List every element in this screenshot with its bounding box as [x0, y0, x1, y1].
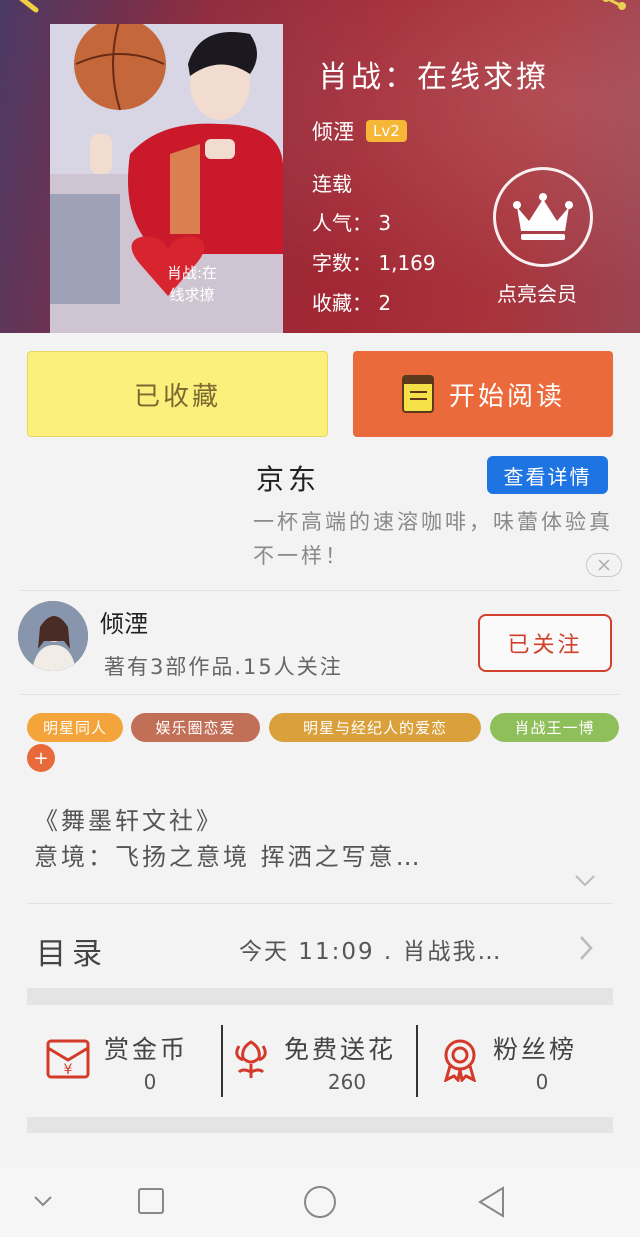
red-envelope-icon: ¥: [46, 1039, 90, 1079]
book-header: 肖战:在 线求撩 肖战：在线求撩 倾湮 Lv2 连载 人气： 3 字数： 1,1…: [0, 0, 640, 333]
favorited-label: 已收藏: [133, 381, 221, 412]
chevron-right-icon: [580, 936, 593, 960]
avatar[interactable]: [18, 601, 88, 671]
popularity-count: 人气： 3: [312, 211, 392, 235]
ad-text[interactable]: 一杯高端的速溶咖啡，味蕾体验真不一样！: [253, 505, 618, 573]
follow-button[interactable]: 已关注: [478, 614, 612, 672]
author-stats: 著有3部作品.15人关注: [104, 655, 343, 679]
svg-text:¥: ¥: [64, 1062, 73, 1078]
latest-chapter: 今天 11:09 . 肖战我…: [239, 939, 503, 965]
tag-chip[interactable]: 娱乐圈恋爱: [131, 713, 260, 742]
description-line: 意境：飞扬之意境 挥洒之写意…: [34, 843, 423, 871]
crown-icon: [513, 193, 573, 240]
cover-caption-line1: 肖战:在: [166, 264, 218, 282]
description-line: 《舞墨轩文社》: [34, 807, 223, 835]
avatar-image: [18, 601, 88, 671]
divider: [416, 1025, 418, 1097]
level-badge: Lv2: [366, 120, 407, 142]
reward-coins-value: 0: [143, 1070, 157, 1094]
divider: [20, 694, 620, 695]
ad-close-button[interactable]: [586, 553, 622, 577]
word-count: 字数： 1,169: [312, 251, 436, 275]
vip-button[interactable]: [493, 167, 593, 267]
divider: [20, 590, 620, 591]
start-reading-button[interactable]: 开始阅读: [353, 351, 613, 437]
back-nav-icon[interactable]: [476, 1185, 506, 1219]
flower-icon: [235, 1040, 267, 1078]
serial-status: 连载: [312, 172, 352, 196]
ad-brand[interactable]: 京东: [256, 458, 320, 498]
book-icon: [401, 375, 434, 413]
fan-ranking-label: 粉丝榜: [493, 1035, 578, 1064]
author-row: 倾湮 Lv2: [312, 116, 407, 146]
recents-icon[interactable]: [137, 1185, 165, 1217]
start-reading-label: 开始阅读: [448, 381, 565, 412]
tag-chip[interactable]: 明星同人: [27, 713, 123, 742]
close-icon: [598, 559, 610, 571]
fan-ranking-value: 0: [535, 1070, 549, 1094]
toc-title: 目录: [36, 937, 108, 972]
section-separator: [27, 1117, 613, 1133]
tag-chip[interactable]: 明星与经纪人的爱恋: [269, 713, 481, 742]
favorites-count: 收藏： 2: [312, 291, 392, 315]
author-name[interactable]: 倾湮: [100, 604, 148, 639]
back-icon[interactable]: [14, 0, 42, 14]
divider: [221, 1025, 223, 1097]
home-icon[interactable]: [303, 1185, 337, 1219]
add-tag-button[interactable]: +: [27, 744, 55, 772]
reward-coins-label: 赏金币: [104, 1035, 189, 1064]
ad-detail-button[interactable]: 查看详情: [487, 456, 608, 494]
cover-caption-line2: 线求撩: [169, 286, 215, 304]
chevron-down-icon[interactable]: [574, 874, 596, 888]
book-author[interactable]: 倾湮: [312, 116, 354, 146]
book-cover[interactable]: 肖战:在 线求撩: [50, 24, 283, 333]
vip-label[interactable]: 点亮会员: [497, 278, 577, 307]
section-separator: [27, 988, 613, 1005]
divider: [27, 903, 613, 904]
favorited-button[interactable]: 已收藏: [27, 351, 328, 437]
tag-chip[interactable]: 肖战王一博: [490, 713, 619, 742]
cover-caption: 肖战:在 线求撩: [142, 262, 242, 306]
medal-icon: [443, 1039, 477, 1082]
send-flowers-label: 免费送花: [284, 1035, 397, 1064]
hide-nav-icon[interactable]: [32, 1185, 54, 1217]
send-flowers-value: 260: [327, 1070, 367, 1094]
share-icon[interactable]: [600, 0, 628, 14]
book-title: 肖战：在线求撩: [318, 60, 549, 95]
